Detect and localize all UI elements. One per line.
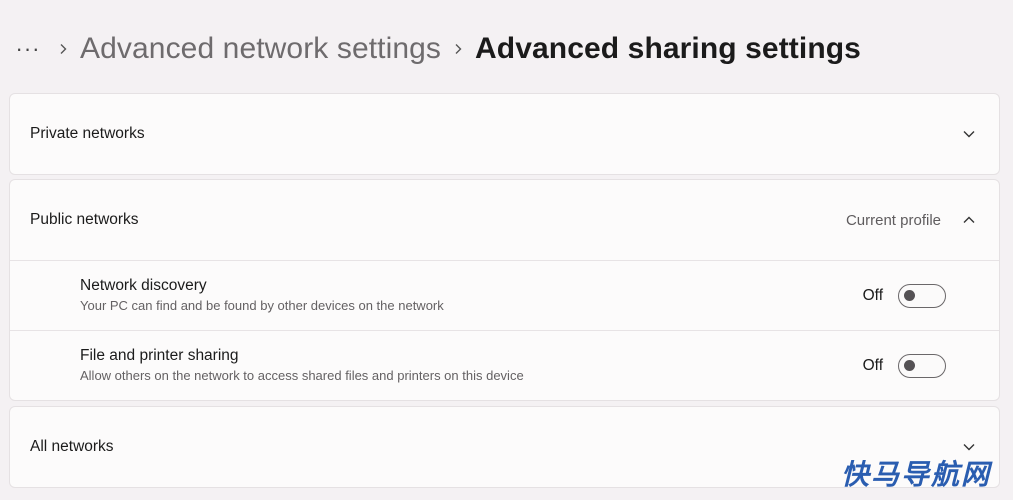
page-title: Advanced sharing settings: [475, 32, 861, 65]
settings-page: ··· Advanced network settings Advanced s…: [0, 0, 1013, 500]
toggle-knob: [904, 359, 915, 371]
chevron-down-icon: [959, 124, 979, 144]
all-networks-title: All networks: [30, 438, 114, 455]
file-printer-sharing-title: File and printer sharing: [80, 347, 239, 364]
public-networks-title: Public networks: [30, 211, 139, 228]
network-discovery-description: Your PC can find and be found by other d…: [80, 298, 444, 313]
breadcrumb: ··· Advanced network settings Advanced s…: [0, 22, 861, 76]
file-printer-sharing-description: Allow others on the network to access sh…: [80, 368, 524, 383]
watermark: 快马导航网: [840, 458, 991, 491]
private-networks-expander[interactable]: Private networks: [10, 94, 999, 174]
network-discovery-row: Network discovery Your PC can find and b…: [10, 260, 999, 330]
private-networks-title: Private networks: [30, 125, 145, 142]
public-networks-card: Public networks Current profile Network …: [9, 179, 1000, 401]
toggle-knob: [904, 289, 915, 301]
chevron-up-icon: [959, 210, 979, 230]
file-printer-sharing-toggle[interactable]: [898, 353, 946, 378]
private-networks-card: Private networks: [9, 93, 1000, 175]
chevron-right-icon: [441, 43, 475, 55]
more-icon[interactable]: ···: [10, 29, 46, 69]
network-discovery-state: Off: [862, 286, 883, 304]
current-profile-label: Current profile: [845, 211, 941, 229]
public-networks-expander[interactable]: Public networks Current profile: [10, 180, 999, 260]
breadcrumb-parent-link[interactable]: Advanced network settings: [80, 29, 441, 69]
file-printer-sharing-row: File and printer sharing Allow others on…: [10, 330, 999, 400]
chevron-right-icon: [46, 43, 80, 55]
file-printer-sharing-state: Off: [862, 356, 883, 374]
network-discovery-title: Network discovery: [80, 277, 207, 294]
network-discovery-toggle[interactable]: [898, 283, 946, 308]
